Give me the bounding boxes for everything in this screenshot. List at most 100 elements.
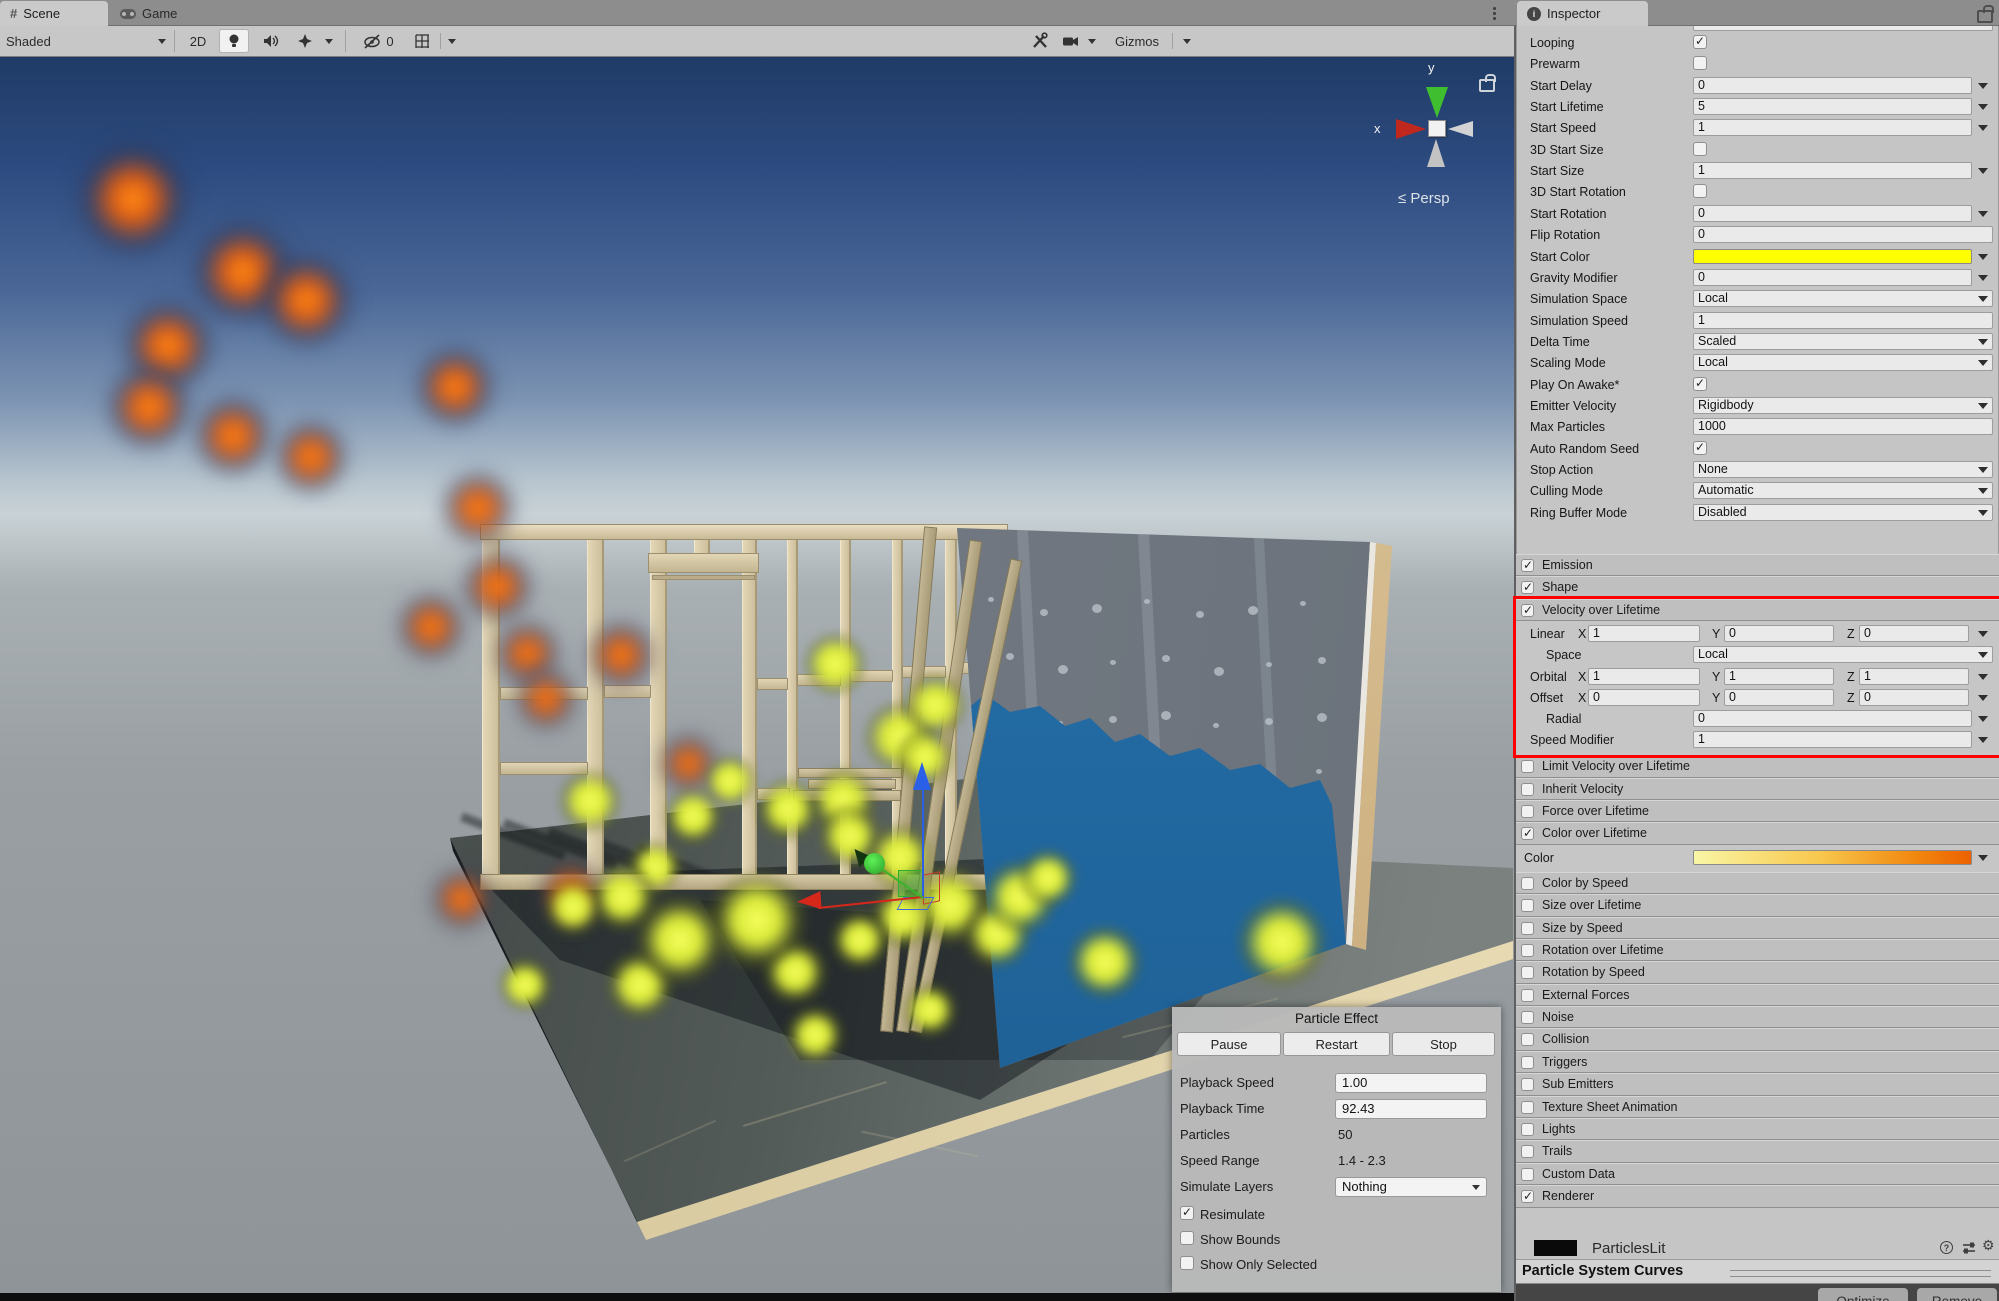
module-header-velocity-over-lifetime[interactable]: Velocity over Lifetime [1516,599,1999,621]
chevron-down-icon[interactable] [1978,211,1988,217]
value-field[interactable]: 0 [1693,77,1972,94]
show-only-selected-checkbox[interactable] [1180,1256,1194,1270]
resimulate-checkbox[interactable] [1180,1206,1194,1220]
value-field[interactable]: Disabled [1693,504,1993,521]
value-field[interactable]: Local [1693,354,1993,371]
x-axis-cone-icon[interactable] [1396,119,1426,139]
module-header-emission[interactable]: Emission [1516,554,1999,576]
value-field[interactable]: Local [1693,646,1993,663]
module-header-lights[interactable]: Lights [1516,1118,1999,1140]
material-swatch[interactable] [1534,1240,1577,1256]
chevron-down-icon[interactable] [1978,168,1988,174]
audio-toggle[interactable] [255,29,287,53]
module-checkbox[interactable] [1521,559,1534,572]
chevron-down-icon[interactable] [1978,403,1988,409]
inspector-lock-icon[interactable] [1977,10,1993,23]
module-header-limit-velocity-over-lifetime[interactable]: Limit Velocity over Lifetime [1516,755,1999,777]
effects-toggle[interactable] [291,29,319,53]
module-header-color-over-lifetime[interactable]: Color over Lifetime [1516,822,1999,844]
looping-checkbox[interactable] [1693,35,1707,49]
module-checkbox[interactable] [1521,581,1534,594]
module-checkbox[interactable] [1521,1190,1534,1203]
module-checkbox[interactable] [1521,827,1534,840]
axis-field[interactable]: 1 [1724,668,1834,685]
drag-handle[interactable] [1730,1270,1991,1277]
module-checkbox[interactable] [1521,944,1534,957]
y-axis-cone-icon[interactable] [1426,87,1448,118]
module-checkbox[interactable] [1521,760,1534,773]
module-header-rotation-by-speed[interactable]: Rotation by Speed [1516,961,1999,983]
axis-field[interactable]: 0 [1724,689,1834,706]
grid-visibility-button[interactable] [408,29,436,53]
module-checkbox[interactable] [1521,604,1534,617]
module-checkbox[interactable] [1521,899,1534,912]
value-field[interactable]: 0 [1693,710,1972,727]
module-checkbox[interactable] [1521,1145,1534,1158]
module-header-size-by-speed[interactable]: Size by Speed [1516,917,1999,939]
scene-viewport[interactable]: y x ≤ Persp Particle Effect Pause Restar… [0,57,1514,1293]
module-header-external-forces[interactable]: External Forces [1516,984,1999,1006]
module-header-triggers[interactable]: Triggers [1516,1051,1999,1073]
chevron-down-icon[interactable] [1978,339,1988,345]
auto-random-seed-checkbox[interactable] [1693,441,1707,455]
chevron-down-icon[interactable] [1978,125,1988,131]
value-field[interactable]: Automatic [1693,482,1993,499]
show-bounds-checkbox[interactable] [1180,1231,1194,1245]
module-header-sub-emitters[interactable]: Sub Emitters [1516,1073,1999,1095]
2d-toggle[interactable]: 2D [181,29,215,53]
value-field[interactable]: 0 [1693,226,1993,243]
chevron-down-icon[interactable] [1978,737,1988,743]
module-header-inherit-velocity[interactable]: Inherit Velocity [1516,778,1999,800]
chevron-down-icon[interactable] [1978,695,1988,701]
axis-field[interactable]: 0 [1588,689,1700,706]
scene-gizmo-lock-icon[interactable] [1479,79,1495,92]
module-checkbox[interactable] [1521,989,1534,1002]
value-field[interactable]: Rigidbody [1693,397,1993,414]
module-checkbox[interactable] [1521,922,1534,935]
module-checkbox[interactable] [1521,1168,1534,1181]
gizmo-z-axis[interactable] [922,790,924,897]
module-checkbox[interactable] [1521,1033,1534,1046]
persp-toggle[interactable]: ≤ Persp [1398,190,1450,207]
restart-button[interactable]: Restart [1283,1032,1390,1056]
gizmos-dropdown[interactable] [1178,29,1196,53]
gizmo-x-arrow[interactable] [796,891,821,911]
material-row[interactable]: ParticlesLit ? ⚙ [1516,1232,1999,1260]
tab-scene[interactable]: # Scene [0,1,108,26]
value-field[interactable]: 0 [1693,205,1972,222]
module-header-renderer[interactable]: Renderer [1516,1185,1999,1207]
module-header-texture-sheet-animation[interactable]: Texture Sheet Animation [1516,1096,1999,1118]
chevron-down-icon[interactable] [1978,716,1988,722]
scene-menu-icon[interactable] [1487,4,1501,22]
chevron-down-icon[interactable] [1978,275,1988,281]
axis-field[interactable]: 0 [1724,625,1834,642]
axis-field[interactable]: 0 [1859,689,1969,706]
value-field[interactable]: Local [1693,290,1993,307]
module-checkbox[interactable] [1521,966,1534,979]
3d-start-rotation-checkbox[interactable] [1693,184,1707,198]
hidden-objects-button[interactable]: 0 [352,29,404,53]
module-checkbox[interactable] [1521,783,1534,796]
pause-button[interactable]: Pause [1177,1032,1281,1056]
chevron-down-icon[interactable] [1978,296,1988,302]
axis-field[interactable]: 0 [1859,625,1969,642]
module-header-noise[interactable]: Noise [1516,1006,1999,1028]
chevron-down-icon[interactable] [1978,855,1988,861]
gear-icon[interactable]: ⚙ [1982,1237,1995,1254]
module-header-shape[interactable]: Shape [1516,576,1999,598]
chevron-down-icon[interactable] [1978,510,1988,516]
axis-field[interactable]: 1 [1588,668,1700,685]
simulate-layers-dropdown[interactable]: Nothing [1335,1177,1487,1197]
chevron-down-icon[interactable] [1978,83,1988,89]
module-checkbox[interactable] [1521,877,1534,890]
value-field[interactable]: Scaled [1693,333,1993,350]
module-checkbox[interactable] [1521,1078,1534,1091]
module-checkbox[interactable] [1521,805,1534,818]
chevron-down-icon[interactable] [1978,631,1988,637]
module-checkbox[interactable] [1521,1011,1534,1024]
camera-dropdown[interactable] [1084,29,1100,53]
lifetime-gradient-field[interactable] [1693,850,1972,865]
grid-dropdown[interactable] [444,29,460,53]
gizmo-z-arrow[interactable] [913,762,931,790]
particle-system-curves-bar[interactable]: Particle System Curves [1516,1259,1999,1284]
